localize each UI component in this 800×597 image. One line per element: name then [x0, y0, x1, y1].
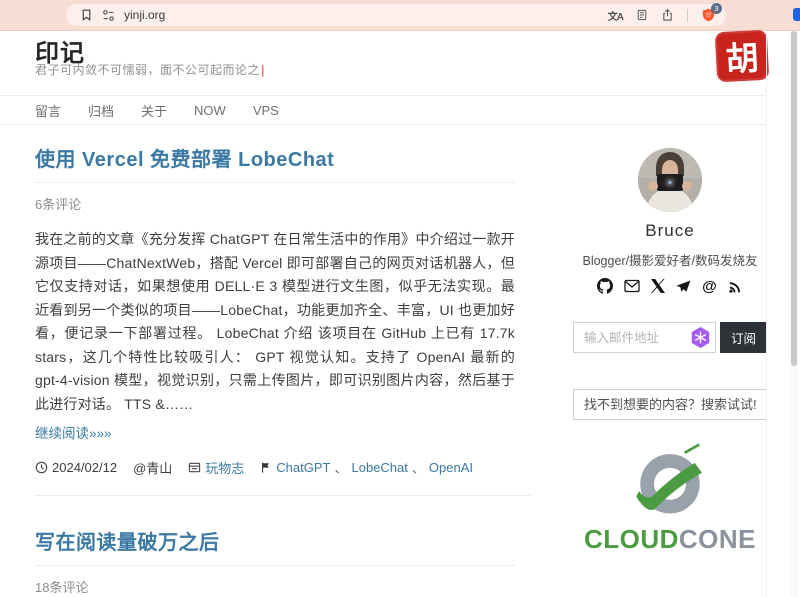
post-divider [35, 495, 531, 496]
shield-icon[interactable]: 3 [701, 7, 716, 23]
avatar-photo [638, 148, 702, 212]
read-more-link[interactable]: 继续阅读»»» [35, 422, 112, 442]
content-right-border [766, 31, 767, 597]
password-manager-extension-icon[interactable] [690, 326, 711, 349]
tag-separator: 、 [334, 458, 347, 477]
tag-flag-icon [260, 461, 272, 474]
subscribe-form: 订阅 [573, 322, 767, 353]
telegram-icon[interactable] [676, 280, 691, 293]
nav-item-archive[interactable]: 归档 [88, 101, 114, 120]
mastodon-icon[interactable]: @ [702, 279, 717, 294]
post-tags: ChatGPT 、 LobeChat 、 OpenAI [260, 458, 473, 477]
x-twitter-icon[interactable] [651, 279, 665, 293]
post-date: 2024/02/12 [35, 460, 117, 475]
url-text[interactable]: yinji.org [124, 8, 165, 22]
nav-item-now[interactable]: NOW [194, 103, 226, 118]
cloudcone-ad[interactable]: CLOUDCONE [573, 440, 767, 555]
extension-icon[interactable] [793, 8, 800, 21]
subscribe-button[interactable]: 订阅 [720, 322, 767, 353]
tag-separator: 、 [412, 458, 425, 477]
comment-count[interactable]: 6条评论 [35, 194, 515, 213]
bookmark-icon[interactable] [80, 8, 93, 22]
browser-window: yinji.org 文A 3 印记 君子可内敛不可懦弱，面不公可起而论之| 胡 [0, 0, 800, 597]
author-avatar [638, 148, 702, 212]
toolbar-separator [687, 9, 688, 22]
site-settings-icon[interactable] [102, 9, 115, 22]
scrollbar-thumb[interactable] [791, 31, 797, 366]
post-title-link[interactable]: 使用 Vercel 免费部署 LobeChat [35, 143, 515, 183]
cloudcone-wordmark: CLOUDCONE [573, 524, 767, 555]
sidebar: Bruce Blogger/摄影爱好者/数码发烧友 @ [573, 148, 767, 555]
category-icon [188, 461, 201, 474]
clock-icon [35, 461, 48, 474]
share-icon[interactable] [661, 8, 674, 22]
category-link[interactable]: 玩物志 [205, 458, 244, 477]
rss-icon[interactable] [728, 279, 743, 294]
tag-link[interactable]: OpenAI [429, 460, 473, 475]
post-excerpt: 我在之前的文章《充分发挥 ChatGPT 在日常生活中的作用》中介绍过一款开源项… [35, 228, 515, 416]
shield-badge: 3 [711, 3, 722, 14]
post-category: 玩物志 [188, 458, 244, 477]
github-icon[interactable] [597, 278, 613, 294]
tag-link[interactable]: ChatGPT [276, 460, 330, 475]
main-nav: 留言 归档 关于 NOW VPS [0, 95, 767, 125]
post-title-link[interactable]: 写在阅读量破万之后 [35, 526, 515, 566]
translate-icon[interactable]: 文A [608, 8, 623, 23]
author-name: Bruce [573, 221, 767, 241]
nav-item-messages[interactable]: 留言 [35, 101, 61, 120]
reader-mode-icon[interactable] [636, 8, 648, 22]
cloudcone-logo-icon [624, 440, 716, 524]
site-seal-logo[interactable]: 胡 [715, 30, 770, 83]
post-meta: 2024/02/12 @青山 玩物志 ChatGPT 、 LobeChat 、 Op… [35, 458, 515, 477]
typing-cursor: | [261, 63, 265, 77]
site-tagline: 君子可内敛不可懦弱，面不公可起而论之| [35, 61, 265, 78]
search-input[interactable] [573, 389, 767, 420]
post-list: 使用 Vercel 免费部署 LobeChat 6条评论 我在之前的文章《充分发… [35, 143, 515, 597]
comment-count[interactable]: 18条评论 [35, 577, 515, 596]
browser-toolbar: yinji.org 文A 3 [0, 0, 800, 31]
nav-item-about[interactable]: 关于 [141, 101, 167, 120]
author-bio: Blogger/摄影爱好者/数码发烧友 [573, 250, 767, 269]
tag-link[interactable]: LobeChat [352, 460, 408, 475]
email-icon[interactable] [624, 279, 640, 293]
address-bar[interactable]: yinji.org 文A 3 [66, 4, 726, 26]
nav-item-vps[interactable]: VPS [253, 103, 279, 118]
social-links: @ [573, 278, 767, 294]
post-author[interactable]: @青山 [133, 458, 172, 477]
